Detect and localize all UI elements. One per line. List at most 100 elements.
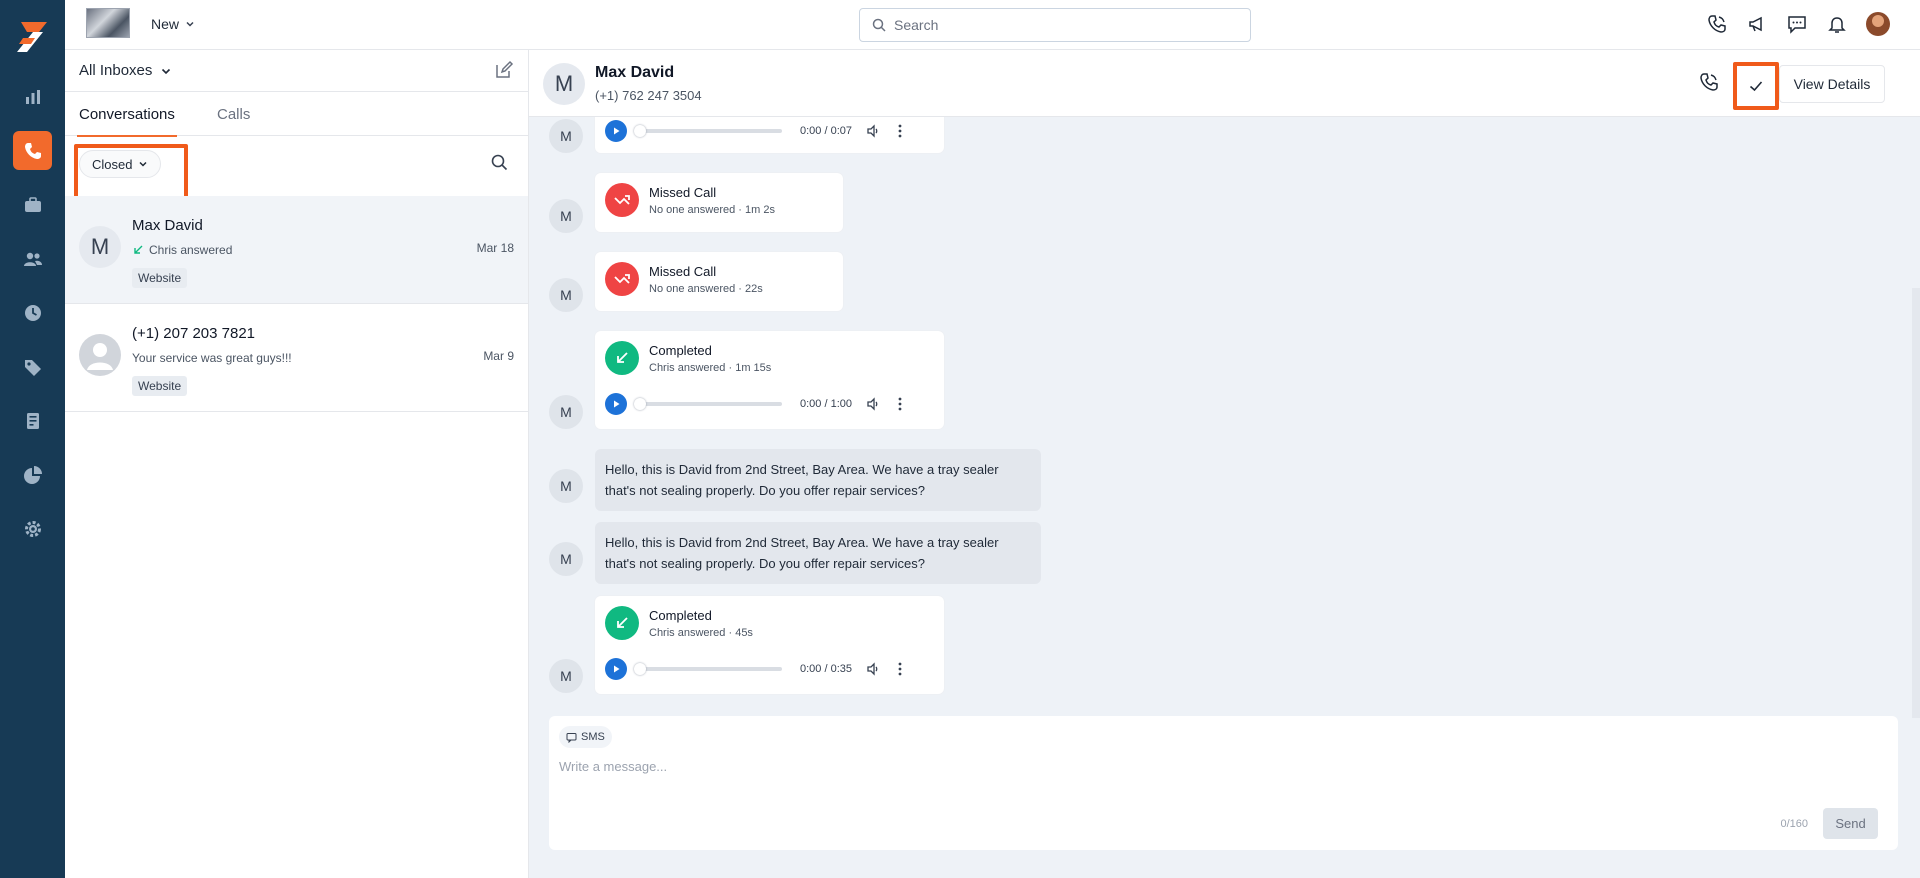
tags-icon[interactable] bbox=[13, 347, 52, 386]
history-icon[interactable] bbox=[13, 293, 52, 332]
chevron-down-icon bbox=[162, 68, 171, 74]
character-counter: 0/160 bbox=[1780, 818, 1808, 830]
audio-time: 0:00 / 0:07 bbox=[800, 125, 852, 137]
contact-name: Max David bbox=[595, 64, 675, 81]
message-icon bbox=[566, 732, 577, 743]
search-input[interactable]: Search bbox=[859, 8, 1251, 42]
contact-avatar: M bbox=[79, 226, 121, 268]
more-options-icon[interactable] bbox=[898, 662, 902, 676]
audio-progress-slider[interactable] bbox=[634, 125, 782, 137]
message-bubble: Hello, this is David from 2nd Street, Ba… bbox=[595, 449, 1041, 511]
call-contact-icon[interactable] bbox=[1699, 72, 1719, 97]
missed-call-icon bbox=[605, 262, 639, 296]
play-button[interactable] bbox=[605, 393, 627, 415]
call-meta: No one answered · 1m 2s bbox=[649, 203, 775, 216]
contact-name: (+1) 207 203 7821 bbox=[132, 325, 256, 342]
play-button[interactable] bbox=[605, 120, 627, 142]
call-meta: Chris answered · 45s bbox=[649, 626, 753, 639]
user-avatar[interactable] bbox=[1866, 12, 1890, 36]
tab-conversations[interactable]: Conversations bbox=[77, 106, 177, 137]
chevron-down-icon bbox=[186, 21, 194, 27]
tab-calls[interactable]: Calls bbox=[217, 106, 250, 123]
message-avatar: M bbox=[549, 199, 583, 233]
incoming-call-icon bbox=[605, 341, 639, 375]
conversation-snippet: Chris answered bbox=[149, 243, 233, 257]
play-button[interactable] bbox=[605, 658, 627, 680]
bell-icon[interactable] bbox=[1826, 13, 1848, 35]
contact-avatar: M bbox=[543, 63, 585, 105]
conversation-date: Mar 18 bbox=[476, 241, 514, 255]
call-status: Missed Call bbox=[649, 263, 717, 279]
volume-icon[interactable] bbox=[866, 662, 880, 676]
audio-progress-slider[interactable] bbox=[634, 663, 782, 675]
new-button[interactable]: New bbox=[151, 16, 195, 32]
message-input[interactable]: Write a message... bbox=[559, 759, 667, 774]
message-avatar: M bbox=[549, 469, 583, 503]
conversation-item[interactable]: (+1) 207 203 7821 Your service was great… bbox=[65, 304, 528, 412]
conversation-item[interactable]: M Max David Chris answered Mar 18 Websit… bbox=[65, 196, 528, 304]
channel-label: SMS bbox=[581, 731, 605, 743]
conversation-date: Mar 9 bbox=[483, 349, 514, 363]
conversation-snippet: Your service was great guys!!! bbox=[132, 351, 292, 365]
chat-icon[interactable] bbox=[1786, 13, 1808, 35]
contact-name: Max David bbox=[132, 217, 203, 234]
megaphone-icon[interactable] bbox=[1746, 13, 1768, 35]
call-meta: No one answered · 22s bbox=[649, 282, 763, 295]
audio-time: 0:00 / 1:00 bbox=[800, 398, 852, 410]
top-bar: New Search bbox=[65, 0, 1920, 50]
resolve-button[interactable] bbox=[1733, 62, 1779, 110]
message-avatar: M bbox=[549, 395, 583, 429]
briefcase-icon[interactable] bbox=[13, 185, 52, 224]
contacts-icon[interactable] bbox=[13, 239, 52, 278]
call-status: Missed Call bbox=[649, 184, 717, 200]
more-options-icon[interactable] bbox=[898, 397, 902, 411]
volume-icon[interactable] bbox=[866, 124, 880, 138]
more-options-icon[interactable] bbox=[898, 124, 902, 138]
missed-call-icon bbox=[605, 183, 639, 217]
send-button[interactable]: Send bbox=[1823, 808, 1878, 839]
inbox-title: All Inboxes bbox=[79, 62, 153, 79]
search-icon[interactable] bbox=[491, 154, 508, 176]
person-icon bbox=[87, 343, 113, 370]
channel-selector[interactable]: SMS bbox=[559, 726, 612, 748]
completed-call-card: Completed Chris answered · 45s 0:00 / 0:… bbox=[595, 596, 944, 694]
search-icon bbox=[872, 18, 886, 32]
call-status: Completed bbox=[649, 607, 712, 623]
message-avatar: M bbox=[549, 278, 583, 312]
incoming-call-icon bbox=[134, 245, 143, 254]
scrollbar[interactable] bbox=[1912, 288, 1920, 718]
source-tag: Website bbox=[132, 376, 188, 396]
compose-icon[interactable] bbox=[494, 60, 514, 85]
message-composer: SMS Write a message... 0/160 Send bbox=[549, 716, 1898, 850]
volume-icon[interactable] bbox=[866, 397, 880, 411]
highlight-box bbox=[74, 144, 188, 202]
app-logo[interactable] bbox=[13, 18, 51, 56]
call-meta: Chris answered · 1m 15s bbox=[649, 361, 772, 374]
settings-icon[interactable] bbox=[13, 509, 52, 548]
contact-avatar bbox=[79, 334, 121, 376]
message-bubble: Hello, this is David from 2nd Street, Ba… bbox=[595, 522, 1041, 584]
contact-phone: (+1) 762 247 3504 bbox=[595, 88, 702, 103]
chat-header: M Max David (+1) 762 247 3504 View Detai… bbox=[529, 50, 1920, 117]
incoming-call-icon bbox=[605, 606, 639, 640]
reports-icon[interactable] bbox=[13, 77, 52, 116]
billing-icon[interactable] bbox=[13, 401, 52, 440]
calls-icon[interactable] bbox=[13, 131, 52, 170]
source-tag: Website bbox=[132, 268, 188, 288]
message-avatar: M bbox=[549, 542, 583, 576]
checkmark-icon bbox=[1749, 81, 1763, 92]
inbox-selector[interactable]: All Inboxes bbox=[79, 62, 172, 79]
missed-call-card: Missed Call No one answered · 1m 2s bbox=[595, 173, 843, 232]
new-label: New bbox=[151, 16, 180, 32]
completed-call-card: Completed Chris answered · 1m 15s 0:00 /… bbox=[595, 331, 944, 429]
message-avatar: M bbox=[549, 659, 583, 693]
audio-progress-slider[interactable] bbox=[634, 398, 782, 410]
conversation-list-panel: All Inboxes Conversations Calls Closed M… bbox=[65, 50, 529, 878]
message-avatar: M bbox=[549, 119, 583, 153]
phone-icon[interactable] bbox=[1706, 13, 1728, 35]
workspace-thumbnail[interactable] bbox=[86, 8, 130, 38]
analytics-icon[interactable] bbox=[13, 455, 52, 494]
call-status: Completed bbox=[649, 342, 712, 358]
view-details-button[interactable]: View Details bbox=[1779, 65, 1885, 103]
missed-call-card: Missed Call No one answered · 22s bbox=[595, 252, 843, 311]
